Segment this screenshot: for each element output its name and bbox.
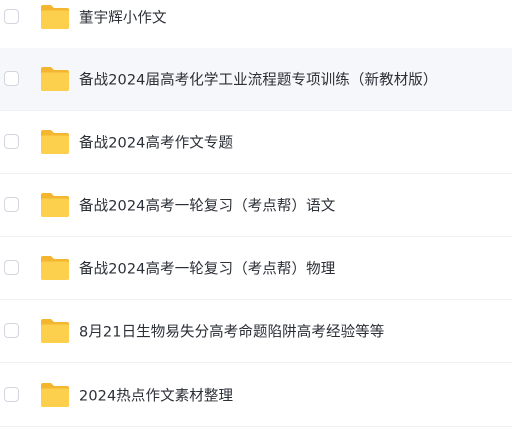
folder-name[interactable]: 8月21日生物易失分高考命题陷阱高考经验等等 [79,321,384,342]
row-checkbox[interactable] [4,260,19,275]
folder-icon [41,319,69,343]
folder-row[interactable]: 8月21日生物易失分高考命题陷阱高考经验等等 [0,300,512,363]
folder-name[interactable]: 备战2024高考一轮复习（考点帮）语文 [79,195,335,216]
row-checkbox[interactable] [4,134,19,149]
folder-row[interactable]: 备战2024届高考化学工业流程题专项训练（新教材版） [0,48,512,111]
folder-icon [41,193,69,217]
row-checkbox[interactable] [4,323,19,338]
folder-name[interactable]: 董宇辉小作文 [79,7,167,28]
folder-name[interactable]: 备战2024高考作文专题 [79,132,233,153]
file-list: 董宇辉小作文 备战2024届高考化学工业流程题专项训练（新教材版） 备战2024… [0,0,512,433]
row-checkbox[interactable] [4,197,19,212]
folder-name[interactable]: 备战2024高考一轮复习（考点帮）物理 [79,258,335,279]
folder-name[interactable]: 备战2024届高考化学工业流程题专项训练（新教材版） [79,69,438,90]
row-checkbox[interactable] [4,387,19,402]
folder-row[interactable]: 备战2024高考一轮复习（考点帮）语文 [0,174,512,237]
row-checkbox[interactable] [4,71,19,86]
folder-icon [41,130,69,154]
folder-row[interactable]: 备战2024高考一轮复习（考点帮）物理 [0,237,512,300]
folder-row[interactable]: 董宇辉小作文 [0,0,512,49]
folder-row[interactable]: 2024热点作文素材整理 [0,364,512,427]
folder-name[interactable]: 2024热点作文素材整理 [79,385,233,406]
folder-row[interactable]: 备战2024高考作文专题 [0,111,512,174]
row-checkbox[interactable] [4,9,19,24]
folder-icon [41,67,69,91]
folder-icon [41,256,69,280]
folder-icon [41,383,69,407]
folder-icon [41,5,69,29]
